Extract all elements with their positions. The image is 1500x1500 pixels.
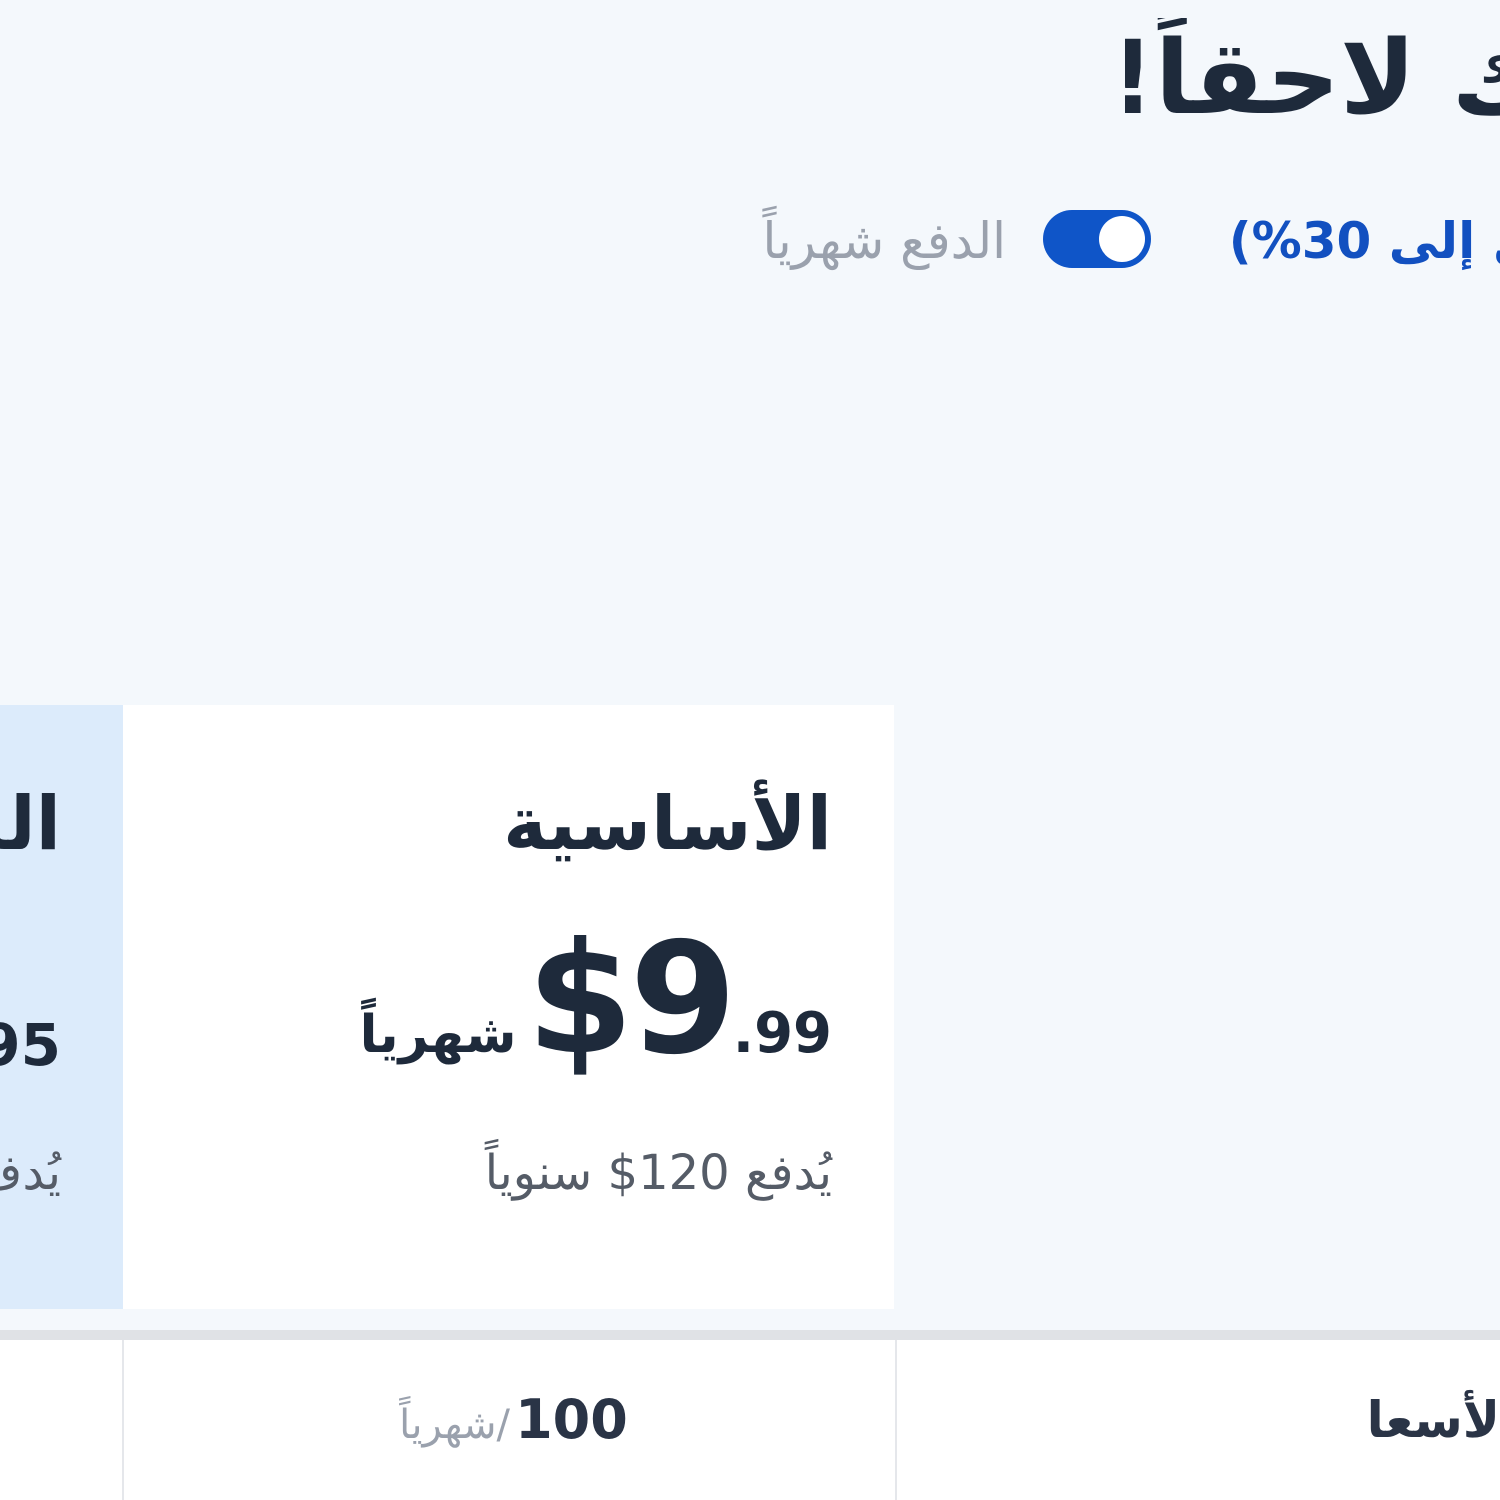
- plan-name: الم: [0, 781, 61, 867]
- table-divider: [0, 1330, 1500, 1340]
- plan-billed-note: يُدفع 120$ سنوياً: [484, 1145, 832, 1201]
- table-row-label: لأسعار: [1365, 1391, 1500, 1449]
- plan-card-premium[interactable]: الم 95 يُدف: [0, 705, 123, 1309]
- price-main: $9: [526, 910, 736, 1089]
- billing-yearly-label[interactable]: ل إلى 30%): [1196, 206, 1500, 276]
- table-cell-basic: /شهرياً 100: [124, 1340, 897, 1500]
- toggle-knob: [1099, 216, 1145, 262]
- page-title: ك لاحقاً!: [1125, 19, 1500, 138]
- billing-toggle-switch[interactable]: [1043, 210, 1151, 268]
- table-cell-unit: /شهرياً: [399, 1402, 510, 1448]
- plan-billed-note: يُدف: [0, 1145, 61, 1201]
- table-cell-number: 100: [515, 1388, 628, 1451]
- billing-toggle-row: الدفع شهرياً ل إلى 30%): [0, 198, 1500, 280]
- table-cell-value: /شهرياً 100: [391, 1380, 628, 1473]
- price-cents: .99: [732, 1001, 832, 1066]
- billing-monthly-label[interactable]: الدفع شهرياً: [706, 206, 1006, 276]
- plan-name: الأساسية: [503, 781, 832, 867]
- price-period: شهرياً: [359, 1005, 517, 1065]
- plan-price: شهرياً$9.99: [360, 910, 832, 1090]
- table-cell-premium: [0, 1340, 124, 1500]
- plan-price-fragment: 95: [0, 1011, 61, 1079]
- table-row: /شهرياً 100 لأسعار: [0, 1340, 1500, 1500]
- plan-card-basic[interactable]: الأساسية شهرياً$9.99 يُدفع 120$ سنوياً: [123, 705, 894, 1309]
